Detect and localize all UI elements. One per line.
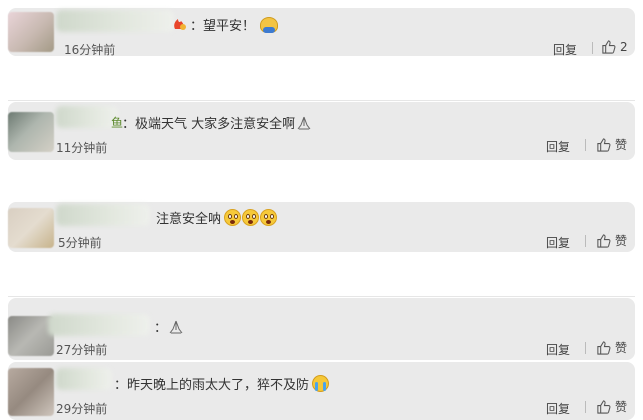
hot-emoji-icon (172, 16, 188, 30)
username-blurred[interactable] (48, 314, 150, 336)
comment-time: 5分钟前 (58, 236, 102, 250)
divider (585, 342, 586, 354)
like-button[interactable]: 赞 (596, 136, 627, 153)
comment-card: 鱼 ：极端天气 大家多注意安全啊 11分钟前 回复 赞 (8, 102, 635, 160)
like-button[interactable]: 赞 (596, 339, 627, 356)
avatar[interactable] (8, 12, 54, 52)
avatar[interactable] (8, 368, 54, 416)
comment-text-content: ：极端天气 大家多注意安全啊 (122, 117, 296, 132)
like-label: 赞 (615, 138, 628, 152)
thumbs-up-icon (597, 138, 611, 152)
reply-button[interactable]: 回复 (546, 341, 570, 358)
reply-button[interactable]: 回复 (546, 234, 570, 251)
comment-text-content: 注意安全呐 (156, 212, 222, 227)
shocked-face-icon (242, 209, 260, 226)
avatar[interactable] (8, 208, 54, 248)
username-blurred[interactable] (56, 204, 150, 226)
username-blurred[interactable] (56, 10, 174, 32)
comment-time: 16分钟前 (64, 43, 116, 57)
thumbs-up-icon (597, 341, 611, 355)
praying-hands-icon (169, 320, 183, 333)
comment-text: 注意安全呐 (156, 208, 278, 227)
reply-button[interactable]: 回复 (546, 138, 570, 155)
comment-time: 27分钟前 (56, 343, 108, 357)
comment-card: ：望平安！ 16分钟前 回复 2 (8, 8, 635, 58)
divider (585, 235, 586, 247)
like-button[interactable]: 赞 (596, 398, 627, 415)
like-label: 赞 (615, 400, 628, 414)
comment-time: 29分钟前 (56, 402, 108, 416)
comment-text: ：极端天气 大家多注意安全啊 (122, 113, 312, 132)
like-label: 赞 (615, 341, 628, 355)
like-label: 赞 (615, 234, 628, 248)
hugging-face-icon (260, 16, 279, 33)
thumbs-up-icon (597, 400, 611, 414)
username-blurred[interactable] (56, 368, 112, 390)
comment-card: ：昨天晚上的雨太大了，猝不及防 29分钟前 回复 赞 (8, 362, 635, 420)
shocked-face-icon (224, 209, 242, 226)
comment-text-content: ：望平安！ (190, 19, 256, 34)
thumbs-up-icon (602, 40, 616, 54)
divider (585, 401, 586, 413)
reply-button[interactable]: 回复 (546, 400, 570, 417)
username-blurred[interactable] (56, 106, 118, 128)
comment-card: ： 27分钟前 回复 赞 (8, 298, 635, 360)
separator (8, 296, 635, 297)
comment-time: 11分钟前 (56, 141, 108, 155)
thumbs-up-icon (597, 234, 611, 248)
comment-text-content: ：昨天晚上的雨太大了，猝不及防 (114, 378, 310, 393)
comment-text-content: ： (154, 321, 168, 336)
shocked-face-icon (260, 209, 278, 226)
separator (8, 100, 635, 101)
crying-face-icon (312, 375, 330, 392)
like-button[interactable]: 赞 (596, 232, 627, 249)
divider (592, 42, 593, 54)
comment-card: 注意安全呐 5分钟前 回复 赞 (8, 202, 635, 252)
like-button[interactable]: 2 (601, 39, 628, 54)
comment-text: ：望平安！ (190, 15, 279, 34)
comment-text: ： (154, 317, 184, 336)
reply-button[interactable]: 回复 (553, 41, 577, 58)
praying-hands-icon (297, 116, 311, 129)
comment-text: ：昨天晚上的雨太大了，猝不及防 (114, 374, 330, 393)
avatar[interactable] (8, 112, 54, 152)
divider (585, 139, 586, 151)
like-count: 2 (620, 39, 628, 54)
